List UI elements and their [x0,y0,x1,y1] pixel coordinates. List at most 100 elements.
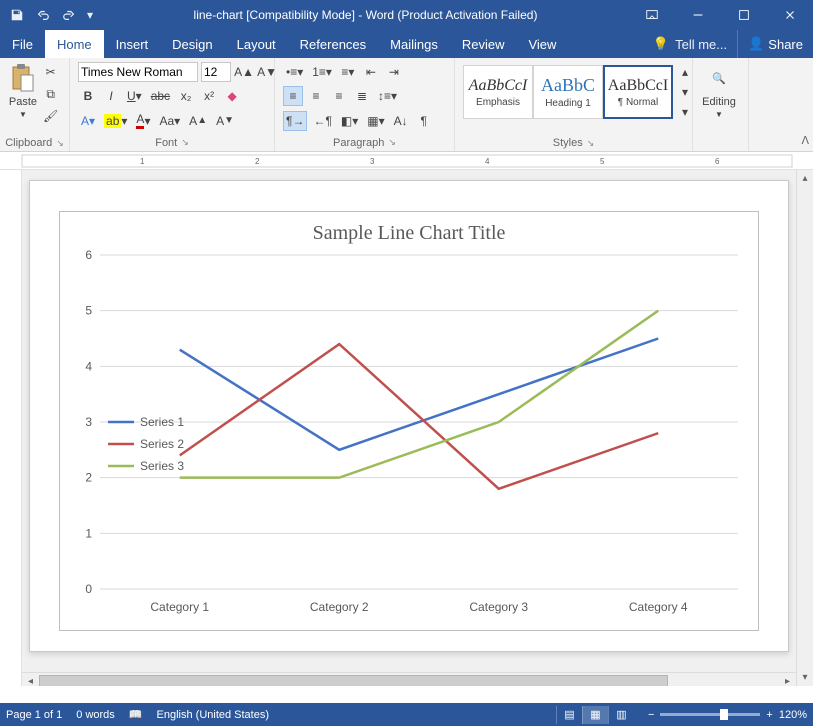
line-spacing-button[interactable]: ↕≡▾ [375,86,400,106]
sort-button[interactable]: A↓ [391,111,411,131]
scroll-down-icon[interactable]: ▾ [797,669,813,686]
styles-scroll-down-icon[interactable]: ▾ [675,82,695,102]
svg-text:4: 4 [485,157,490,166]
align-right-button[interactable]: ≡ [329,86,349,106]
styles-more-icon[interactable]: ▾ [675,102,695,122]
show-marks-button[interactable]: ¶ [414,111,434,131]
style-emphasis[interactable]: AaBbCcI Emphasis [463,65,533,119]
maximize-button[interactable] [721,0,767,30]
text-effects-button[interactable]: A▾ [78,111,98,131]
spellcheck-icon[interactable]: 📖 [129,708,143,721]
dialog-launcher-icon[interactable]: ↘ [587,138,595,149]
italic-button[interactable]: I [101,86,121,106]
undo-icon[interactable] [32,4,54,26]
align-left-button[interactable]: ≡ [283,86,303,106]
read-mode-icon[interactable]: ▤ [556,706,582,724]
scroll-left-icon[interactable]: ◂ [22,673,39,687]
underline-button[interactable]: U▾ [124,86,145,106]
svg-text:5: 5 [600,157,605,166]
language-status[interactable]: English (United States) [157,709,270,721]
svg-text:0: 0 [85,582,92,596]
bold-button[interactable]: B [78,86,98,106]
chart-object[interactable]: Sample Line Chart Title 0123456Category … [59,211,759,631]
scroll-right-icon[interactable]: ▸ [779,673,796,687]
grow-font-alt-button[interactable]: A▲ [186,111,210,131]
horizontal-ruler[interactable]: 123 456 [0,152,813,170]
vertical-scrollbar[interactable]: ▴ ▾ [796,170,813,686]
tab-view[interactable]: View [516,30,568,58]
numbering-button[interactable]: 1≡▾ [309,62,335,82]
redo-icon[interactable] [58,4,80,26]
tab-references[interactable]: References [288,30,378,58]
style-normal[interactable]: AaBbCcI ¶ Normal [603,65,673,119]
dialog-launcher-icon[interactable]: ↘ [388,137,396,148]
qat-dropdown-icon[interactable]: ▾ [84,4,96,26]
superscript-button[interactable]: x² [199,86,219,106]
format-painter-button[interactable]: 🖌 [40,106,61,126]
grow-font-button[interactable]: A▲ [234,62,254,82]
print-layout-icon[interactable]: ▦ [582,706,608,724]
editing-button[interactable]: 🔍 Editing ▼ [701,62,737,119]
clear-formatting-button[interactable]: ◆ [222,86,242,106]
minimize-button[interactable] [675,0,721,30]
web-layout-icon[interactable]: ▥ [608,706,634,724]
style-heading1[interactable]: AaBbC Heading 1 [533,65,603,119]
zoom-level[interactable]: 120% [779,709,807,721]
ribbon-display-options-icon[interactable] [629,0,675,30]
increase-indent-button[interactable]: ⇥ [384,62,404,82]
borders-button[interactable]: ▦▾ [364,111,387,131]
tab-mailings[interactable]: Mailings [378,30,450,58]
font-size-input[interactable] [201,62,231,82]
chart-title: Sample Line Chart Title [60,212,758,249]
zoom-out-icon[interactable]: − [648,709,654,721]
document-scroll[interactable]: Sample Line Chart Title 0123456Category … [22,170,796,686]
share-button[interactable]: 👤 Share [737,30,813,58]
tab-insert[interactable]: Insert [104,30,161,58]
tab-review[interactable]: Review [450,30,517,58]
page-status[interactable]: Page 1 of 1 [6,709,62,721]
ltr-button[interactable]: ¶→ [283,111,307,131]
zoom-slider[interactable] [660,713,760,716]
justify-button[interactable]: ≣ [352,86,372,106]
bullets-button[interactable]: •≡▾ [283,62,306,82]
shading-button[interactable]: ◧▾ [338,111,361,131]
close-button[interactable] [767,0,813,30]
paste-button[interactable]: Paste ▼ [8,62,38,126]
styles-scroll-up-icon[interactable]: ▴ [675,62,695,82]
svg-text:6: 6 [85,249,92,262]
word-count[interactable]: 0 words [76,709,115,721]
font-name-input[interactable] [78,62,198,82]
dialog-launcher-icon[interactable]: ↘ [56,138,64,149]
tab-home[interactable]: Home [45,30,104,58]
tell-me-search[interactable]: 💡 Tell me... [643,30,737,58]
shrink-font-alt-button[interactable]: A▼ [213,111,237,131]
subscript-button[interactable]: x₂ [176,86,196,106]
shrink-font-button[interactable]: A▼ [257,62,277,82]
tab-layout[interactable]: Layout [225,30,288,58]
cut-button[interactable]: ✂ [40,62,61,82]
change-case-button[interactable]: Aa▾ [156,111,183,131]
tab-file[interactable]: File [0,30,45,58]
multilevel-button[interactable]: ≡▾ [338,62,358,82]
vertical-ruler[interactable] [0,170,22,686]
collapse-ribbon-icon[interactable]: ᐱ [801,134,809,147]
svg-text:6: 6 [715,157,720,166]
editing-label: Editing [702,96,736,108]
strikethrough-button[interactable]: abc [148,86,173,106]
tab-design[interactable]: Design [160,30,224,58]
group-styles: AaBbCcI Emphasis AaBbC Heading 1 AaBbCcI… [455,58,693,151]
save-icon[interactable] [6,4,28,26]
align-center-button[interactable]: ≡ [306,86,326,106]
copy-button[interactable]: ⧉ [40,84,61,104]
horizontal-scrollbar[interactable]: ◂ ▸ [22,672,796,686]
svg-text:Category 2: Category 2 [310,600,369,614]
highlight-button[interactable]: ab▾ [101,111,130,131]
scroll-up-icon[interactable]: ▴ [797,170,813,187]
decrease-indent-button[interactable]: ⇤ [361,62,381,82]
zoom-control[interactable]: − + 120% [648,709,807,721]
font-color-button[interactable]: A▾ [133,111,153,131]
zoom-in-icon[interactable]: + [766,709,772,721]
rtl-button[interactable]: ←¶ [310,111,334,131]
dialog-launcher-icon[interactable]: ↘ [181,137,189,148]
chart-plot: 0123456Category 1Category 2Category 3Cat… [60,249,758,619]
